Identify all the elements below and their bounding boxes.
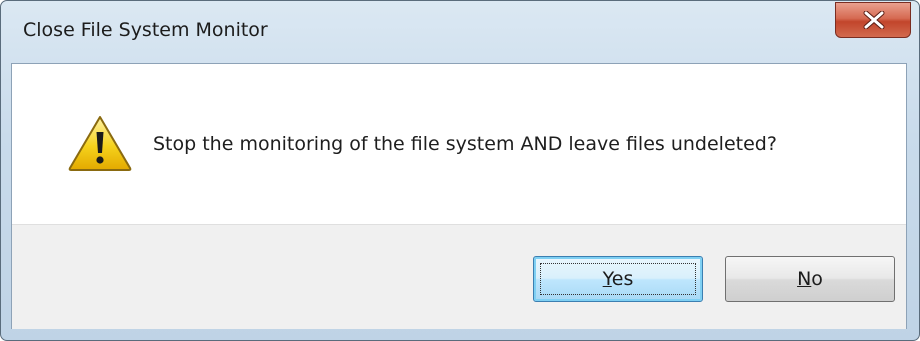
- no-button-label: No: [797, 268, 823, 290]
- no-button[interactable]: No: [725, 256, 895, 302]
- close-button[interactable]: [835, 2, 911, 38]
- button-bar: Yes No: [12, 224, 906, 329]
- window-title: Close File System Monitor: [23, 19, 268, 41]
- yes-button[interactable]: Yes: [533, 256, 703, 302]
- dialog-window: Close File System Monitor Stop the monit…: [0, 0, 920, 341]
- yes-button-label: Yes: [602, 268, 634, 290]
- warning-icon: [68, 116, 132, 171]
- dialog-content: Stop the monitoring of the file system A…: [11, 63, 907, 329]
- message-area: Stop the monitoring of the file system A…: [12, 64, 906, 224]
- title-bar[interactable]: Close File System Monitor: [1, 1, 919, 63]
- dialog-message: Stop the monitoring of the file system A…: [153, 133, 777, 155]
- close-x-icon: [863, 11, 885, 29]
